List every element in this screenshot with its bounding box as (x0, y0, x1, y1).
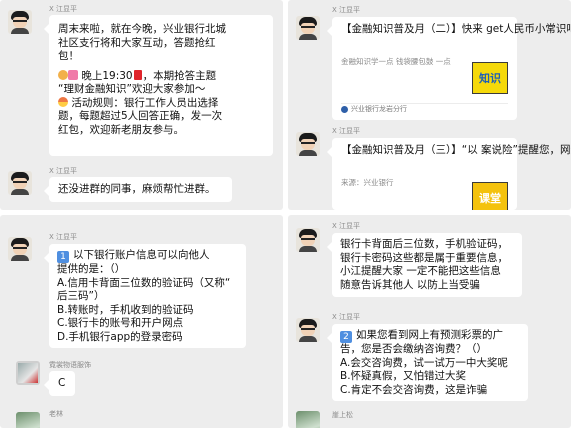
message-line: 还没进群的同事，麻烦帮忙进群。 (58, 183, 216, 195)
message-line: 银行卡背面后三位数，手机验证码， (340, 238, 508, 250)
card-title-line: get人民币小常识吧！ (486, 23, 571, 35)
message-line: 包！ (58, 50, 79, 62)
message-line: 小江提醒大家 一定不能把这些信息 (340, 265, 501, 277)
message-line: 银行卡密码这些都是属于重要信息， (340, 251, 508, 264)
question-line: 告，您是否会缴纳咨询费？（） (340, 343, 487, 355)
card-source: 兴业银行龙岩分行 (351, 105, 407, 113)
message-bubble[interactable]: 2 如果您看到网上有预测彩票的广 告，您是否会缴纳咨询费？（） A.会交咨询费，试… (327, 324, 528, 401)
rule-line: 红包，欢迎新老朋友参与。 (58, 123, 184, 136)
bow-emoji-icon (68, 69, 78, 80)
red-envelope-icon (133, 69, 142, 80)
rule-line: 活动规则：银行工作人员出选择 (71, 96, 219, 109)
chat-panel-top-left: X 江显平 周末来啦，就在今晚，兴业银行北城 社区支行将和大家互动，答题抢红 包… (0, 0, 283, 210)
avatar[interactable] (296, 16, 320, 40)
card-thumbnail: 课堂 (472, 182, 508, 210)
promo-theme: “理财金融知识”欢迎大家参加～ (58, 83, 206, 95)
card-description-line: 一点 (435, 57, 451, 66)
keycap-number-icon: 1 (57, 251, 69, 263)
sender-name: 崖上松 (332, 411, 353, 419)
option-line: B.怀疑真假，又怕错过大奖 (340, 370, 467, 382)
message-line: 随意告诉其他人 以防上当受骗 (340, 278, 480, 291)
option-line: D.手机银行app的登录密码 (57, 330, 183, 343)
option-line: C.银行卡的账号和开户网点 (57, 317, 184, 329)
avatar[interactable] (16, 361, 40, 385)
sender-name: X 江显平 (332, 222, 361, 230)
message-line: C (58, 377, 66, 389)
option-line: B.转账时，手机收到的验证码 (57, 303, 194, 316)
question-line: 如果您看到网上有预测彩票的广 (356, 329, 503, 341)
sender-name: X 江显平 (332, 313, 361, 321)
sender-name: X 江显平 (332, 6, 361, 14)
sender-name: X 江显平 (49, 233, 78, 241)
option-line: C.肯定不会交咨询费，这是诈骗 (340, 383, 488, 396)
avatar[interactable] (8, 10, 32, 34)
message-bubble[interactable]: 1 以下银行账户信息可以向他人 提供的是：（） A.信用卡背面三位数的验证码（又称… (44, 244, 246, 348)
chat-panel-bottom-left: X 江显平 1 以下银行账户信息可以向他人 提供的是：（） A.信用卡背面三位数的… (0, 215, 283, 428)
card-description-line: 金融知识学一点 钱袋腰包鼓 (341, 57, 434, 66)
message-bubble[interactable]: 还没进群的同事，麻烦帮忙进群。 (44, 177, 232, 202)
card-description-line: 来源：兴业银行 (341, 178, 394, 187)
card-title-line: 【金融知识普及月（二）】快来 (341, 23, 483, 35)
link-card[interactable]: 【金融知识普及月（二）】快来 get人民币小常识吧！ 金融知识学一点 钱袋腰包鼓… (327, 17, 571, 120)
card-thumbnail: 知识 (472, 62, 508, 94)
promo-tail: ，本期抢答主题 (142, 69, 217, 82)
sender-name: 老林 (49, 410, 63, 418)
sender-name: X 江显平 (49, 5, 78, 13)
beach-emoji-icon (58, 96, 68, 107)
promo-time: 晚上19:30 (81, 69, 133, 82)
chat-panel-bottom-right: X 江显平 银行卡背面后三位数，手机验证码， 银行卡密码这些都是属于重要信息， … (288, 215, 571, 428)
sender-name: 霓裳物语服饰 (49, 361, 91, 369)
chat-panel-top-right: X 江显平 【金融知识普及月（二）】快来 get人民币小常识吧！ 金融知识学一点… (288, 0, 571, 210)
sender-name: X 江显平 (49, 167, 78, 175)
avatar[interactable] (296, 228, 320, 252)
avatar[interactable] (296, 411, 320, 428)
avatar[interactable] (16, 412, 40, 428)
avatar[interactable] (296, 318, 320, 342)
keycap-number-icon: 2 (340, 331, 352, 343)
question-line: 以下银行账户信息可以向他人 (73, 249, 210, 261)
avatar[interactable] (296, 132, 320, 156)
card-title-line: 案说险”提醒您，网络诈骗需... (481, 144, 571, 156)
message-line: 周末来啦，就在今晚，兴业银行北城 (58, 23, 226, 35)
question-line: 提供的是：（） (57, 263, 126, 275)
sender-name: X 江显平 (332, 127, 361, 135)
avatar[interactable] (8, 237, 32, 261)
avatar[interactable] (8, 171, 32, 195)
message-line: 社区支行将和大家互动，答题抢红 (58, 36, 216, 49)
rule-line: 题，每题超过5人回答正确，发一次 (58, 110, 223, 122)
clock-emoji-icon (58, 69, 68, 80)
option-line: A.会交咨询费，试一试万一中大奖呢 (340, 356, 508, 369)
bank-logo-icon (341, 105, 348, 113)
message-bubble[interactable]: 银行卡背面后三位数，手机验证码， 银行卡密码这些都是属于重要信息， 小江提醒大家… (327, 233, 522, 297)
card-title-line: 【金融知识普及月（三）】“以 (341, 144, 478, 156)
link-card[interactable]: 【金融知识普及月（三）】“以 案说险”提醒您，网络诈骗需... 来源：兴业银行 … (327, 138, 571, 210)
message-bubble[interactable]: 周末来啦，就在今晚，兴业银行北城 社区支行将和大家互动，答题抢红 包！ 晚上19… (44, 15, 273, 156)
option-line: 后三码”） (57, 290, 105, 302)
option-line: A.信用卡背面三位数的验证码（又称“ (57, 276, 231, 289)
message-bubble[interactable]: C (44, 371, 75, 396)
